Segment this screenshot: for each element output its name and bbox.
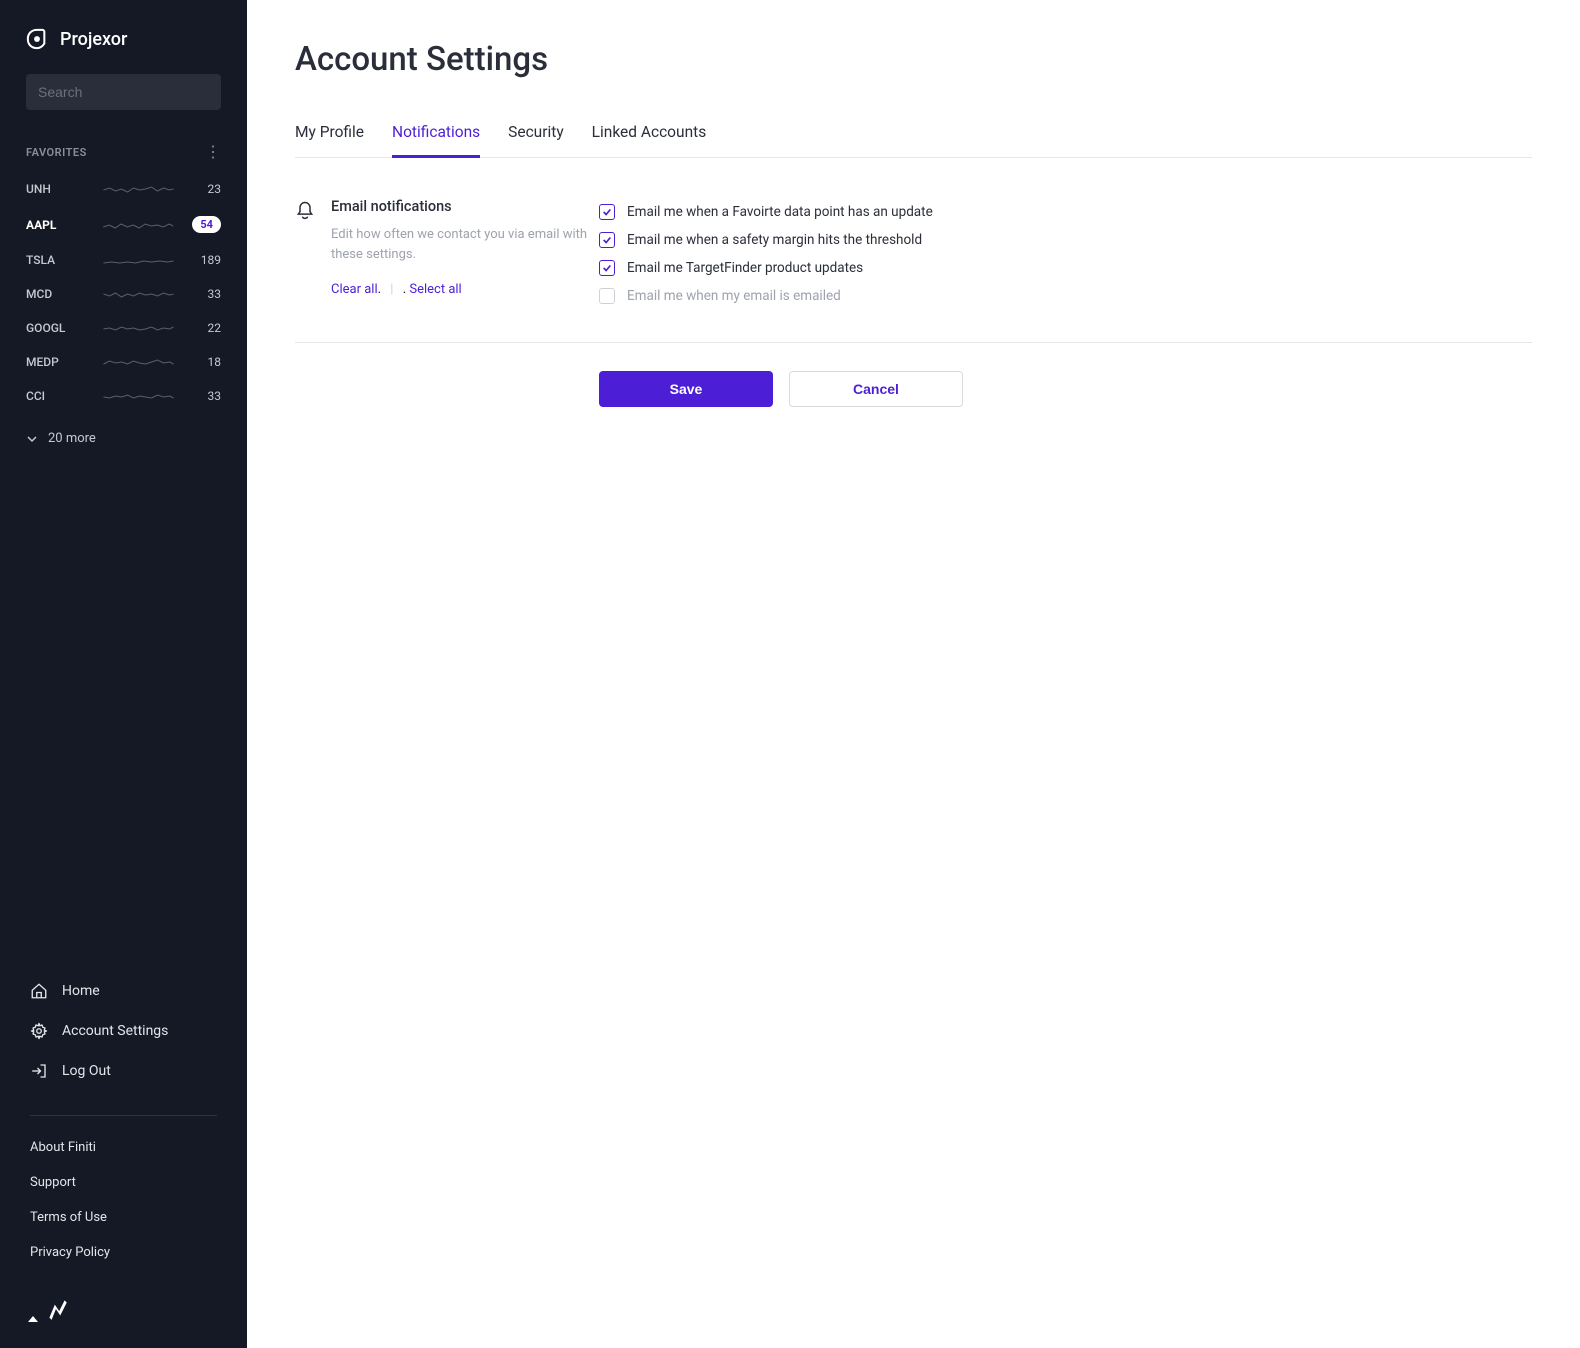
option-label: Email me when my email is emailed [627, 288, 841, 304]
nav-label: Home [62, 983, 100, 999]
ticker-label: MEDP [26, 355, 84, 369]
ticker-label: CCI [26, 389, 84, 403]
ticker-count: 33 [193, 389, 221, 403]
footer-privacy[interactable]: Privacy Policy [0, 1235, 247, 1270]
search-box[interactable] [26, 74, 221, 110]
sparkline-icon [84, 390, 193, 402]
option-row: Email me when a safety margin hits the t… [599, 226, 1532, 254]
save-button[interactable]: Save [599, 371, 773, 407]
home-icon [30, 982, 48, 1000]
favorite-item-unh[interactable]: UNH 23 [0, 172, 247, 206]
ticker-label: AAPL [26, 218, 84, 232]
sparkline-icon [84, 219, 192, 231]
search-input[interactable] [38, 84, 219, 100]
option-row: Email me when a Favoirte data point has … [599, 198, 1532, 226]
sidebar-nav: Home Account Settings Log Out [0, 971, 247, 1101]
page-title: Account Settings [295, 40, 1532, 79]
option-label: Email me when a Favoirte data point has … [627, 204, 933, 220]
nav-label: Log Out [62, 1063, 111, 1079]
tab-linked-accounts[interactable]: Linked Accounts [592, 123, 707, 157]
favorites-menu-icon[interactable]: ⋮ [205, 144, 221, 160]
ticker-label: UNH [26, 182, 84, 196]
checkbox[interactable] [599, 232, 615, 248]
checkbox[interactable] [599, 204, 615, 220]
divider [30, 1115, 217, 1116]
checkbox[interactable] [599, 260, 615, 276]
cancel-button[interactable]: Cancel [789, 371, 963, 407]
option-label: Email me when a safety margin hits the t… [627, 232, 922, 248]
footer-support[interactable]: Support [0, 1165, 247, 1200]
select-all-link[interactable]: Select all [409, 282, 461, 297]
footer-brand[interactable] [0, 1278, 247, 1348]
ticker-count: 189 [193, 253, 221, 267]
gear-icon [30, 1022, 48, 1040]
tabs: My Profile Notifications Security Linked… [295, 123, 1532, 158]
favorites-list: UNH 23 AAPL 54 TSLA 189 MCD 33 GOOGL 22 [0, 168, 247, 417]
favorite-item-aapl[interactable]: AAPL 54 [0, 206, 247, 243]
tab-security[interactable]: Security [508, 123, 564, 157]
option-label: Email me TargetFinder product updates [627, 260, 863, 276]
sparkline-icon [84, 254, 193, 266]
ticker-badge: 54 [192, 216, 221, 233]
favorite-item-tsla[interactable]: TSLA 189 [0, 243, 247, 277]
nav-label: Account Settings [62, 1023, 168, 1039]
logout-icon [30, 1062, 48, 1080]
action-buttons: Save Cancel [295, 343, 1532, 407]
ticker-label: GOOGL [26, 321, 84, 335]
notification-options: Email me when a Favoirte data point has … [599, 198, 1532, 310]
footer-terms[interactable]: Terms of Use [0, 1200, 247, 1235]
finiti-logo-icon [44, 1296, 70, 1322]
option-row: Email me when my email is emailed [599, 282, 1532, 310]
tab-my-profile[interactable]: My Profile [295, 123, 364, 157]
ticker-count: 18 [193, 355, 221, 369]
ticker-count: 33 [193, 287, 221, 301]
footer-links: About Finiti Support Terms of Use Privac… [0, 1130, 247, 1278]
section-title: Email notifications [331, 198, 599, 215]
ticker-count: 22 [193, 321, 221, 335]
option-row: Email me TargetFinder product updates [599, 254, 1532, 282]
brand-logo[interactable]: Projexor [0, 0, 247, 74]
favorite-item-medp[interactable]: MEDP 18 [0, 345, 247, 379]
sparkline-icon [84, 322, 193, 334]
favorite-item-cci[interactable]: CCI 33 [0, 379, 247, 413]
ticker-count: 23 [193, 182, 221, 196]
tab-notifications[interactable]: Notifications [392, 123, 480, 157]
section-description: Edit how often we contact you via email … [331, 225, 599, 264]
favorite-item-mcd[interactable]: MCD 33 [0, 277, 247, 311]
footer-about[interactable]: About Finiti [0, 1130, 247, 1165]
ticker-label: TSLA [26, 253, 84, 267]
main-content: Account Settings My Profile Notification… [247, 0, 1580, 1348]
link-separator: | [390, 282, 393, 297]
sidebar: Projexor FAVORITES ⋮ UNH 23 AAPL 54 TSLA… [0, 0, 247, 1348]
favorites-more-label: 20 more [48, 431, 96, 446]
clear-all-link[interactable]: Clear all [331, 282, 378, 297]
favorites-show-more[interactable]: 20 more [0, 417, 247, 460]
brand-name: Projexor [60, 29, 127, 50]
nav-logout[interactable]: Log Out [0, 1051, 247, 1091]
favorites-heading: FAVORITES [26, 146, 87, 159]
nav-home[interactable]: Home [0, 971, 247, 1011]
sparkline-icon [84, 288, 193, 300]
favorite-item-googl[interactable]: GOOGL 22 [0, 311, 247, 345]
nav-account-settings[interactable]: Account Settings [0, 1011, 247, 1051]
chevron-down-icon [26, 433, 38, 445]
ticker-label: MCD [26, 287, 84, 301]
caret-up-icon [28, 1316, 38, 1322]
bell-icon [295, 200, 315, 220]
checkbox[interactable] [599, 288, 615, 304]
sparkline-icon [84, 356, 193, 368]
logo-icon [26, 28, 48, 50]
sparkline-icon [84, 183, 193, 195]
